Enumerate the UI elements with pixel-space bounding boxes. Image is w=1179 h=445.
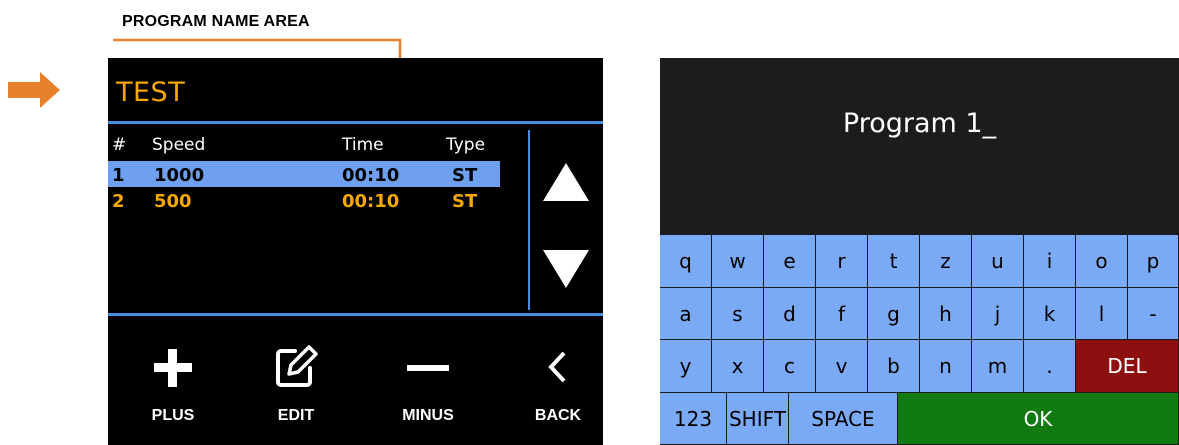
edit-pencil-icon <box>276 345 318 387</box>
edit-label: EDIT <box>277 407 315 424</box>
on-screen-keyboard: q w e r t z u i o p a s d f g h j k l - y x c v b n m. DEL 123 SHIFT S… <box>660 235 1179 445</box>
key-123[interactable]: 123 <box>660 393 727 445</box>
scroll-divider <box>528 130 530 310</box>
minus-label: MINUS <box>402 407 454 424</box>
edit-button[interactable]: EDIT <box>251 341 341 441</box>
key-f[interactable]: f <box>816 288 868 340</box>
program-name[interactable]: TEST <box>116 77 185 108</box>
pointer-arrow-icon <box>8 72 60 108</box>
key-h[interactable]: h <box>920 288 972 340</box>
key-z[interactable]: z <box>920 235 972 288</box>
table-row[interactable]: 1 1000 00:10 ST <box>108 161 500 187</box>
key-r[interactable]: r <box>816 235 868 288</box>
key-e[interactable]: e <box>764 235 816 288</box>
back-label: BACK <box>534 407 582 424</box>
key-m[interactable]: m <box>972 340 1024 393</box>
table-header: # Speed Time Type <box>108 131 500 161</box>
row-type: ST <box>452 191 478 212</box>
minus-icon <box>407 365 449 371</box>
scroll-up-button[interactable] <box>541 161 591 203</box>
row-speed: 500 <box>154 191 192 212</box>
key-j[interactable]: j <box>972 288 1024 340</box>
key-u[interactable]: u <box>972 235 1024 288</box>
back-button[interactable]: BACK <box>513 341 603 441</box>
row-time: 00:10 <box>342 165 400 186</box>
key-t[interactable]: t <box>868 235 920 288</box>
key-dash[interactable]: - <box>1128 288 1179 340</box>
key-q[interactable]: q <box>660 235 712 288</box>
scroll-down-button[interactable] <box>541 248 591 290</box>
key-x[interactable]: x <box>712 340 764 393</box>
name-entry-screen: Program 1_ qwertzuiop asdfghjkl- yxcvbnm.D… <box>660 58 1179 445</box>
plus-button[interactable]: PLUS <box>128 341 218 441</box>
col-header-speed: Speed <box>152 135 206 155</box>
minus-button[interactable]: MINUS <box>383 341 473 441</box>
key-del[interactable]: DEL <box>1076 340 1179 393</box>
top-divider <box>108 121 603 124</box>
key-i[interactable]: i <box>1024 235 1076 288</box>
key-d[interactable]: d <box>764 288 816 340</box>
program-steps-table: # Speed Time Type 1 1000 00:10 ST 2 500 … <box>108 131 500 213</box>
key-n[interactable]: n <box>920 340 972 393</box>
key-s[interactable]: s <box>712 288 764 340</box>
plus-label: PLUS <box>151 407 195 424</box>
key-period[interactable]: . <box>1024 340 1076 393</box>
key-k[interactable]: k <box>1024 288 1076 340</box>
key-ok[interactable]: OK <box>898 393 1179 445</box>
table-row[interactable]: 2 500 00:10 ST <box>108 187 500 213</box>
key-g[interactable]: g <box>868 288 920 340</box>
triangle-up-icon <box>543 163 589 201</box>
key-v[interactable]: v <box>816 340 868 393</box>
key-p[interactable]: p <box>1128 235 1179 288</box>
key-w[interactable]: w <box>712 235 764 288</box>
key-a[interactable]: a <box>660 288 712 340</box>
program-list-screen: TEST # Speed Time Type 1 1000 00:10 ST 2… <box>108 58 603 445</box>
row-type: ST <box>452 165 478 186</box>
bottom-divider <box>108 313 603 316</box>
row-number: 2 <box>112 191 125 212</box>
key-space[interactable]: SPACE <box>789 393 898 445</box>
row-number: 1 <box>112 165 125 186</box>
key-shift[interactable]: SHIFT <box>727 393 789 445</box>
key-o[interactable]: o <box>1076 235 1128 288</box>
key-b[interactable]: b <box>868 340 920 393</box>
row-time: 00:10 <box>342 191 400 212</box>
col-header-type: Type <box>446 135 486 155</box>
chevron-left-icon <box>548 351 566 383</box>
col-header-time: Time <box>342 135 384 155</box>
col-header-number: # <box>112 135 127 155</box>
key-c[interactable]: c <box>764 340 816 393</box>
triangle-down-icon <box>543 250 589 288</box>
row-speed: 1000 <box>154 165 205 186</box>
name-input-field[interactable]: Program 1_ <box>660 108 1179 139</box>
plus-icon <box>154 349 192 387</box>
key-l[interactable]: l <box>1076 288 1128 340</box>
key-y[interactable]: y <box>660 340 712 393</box>
